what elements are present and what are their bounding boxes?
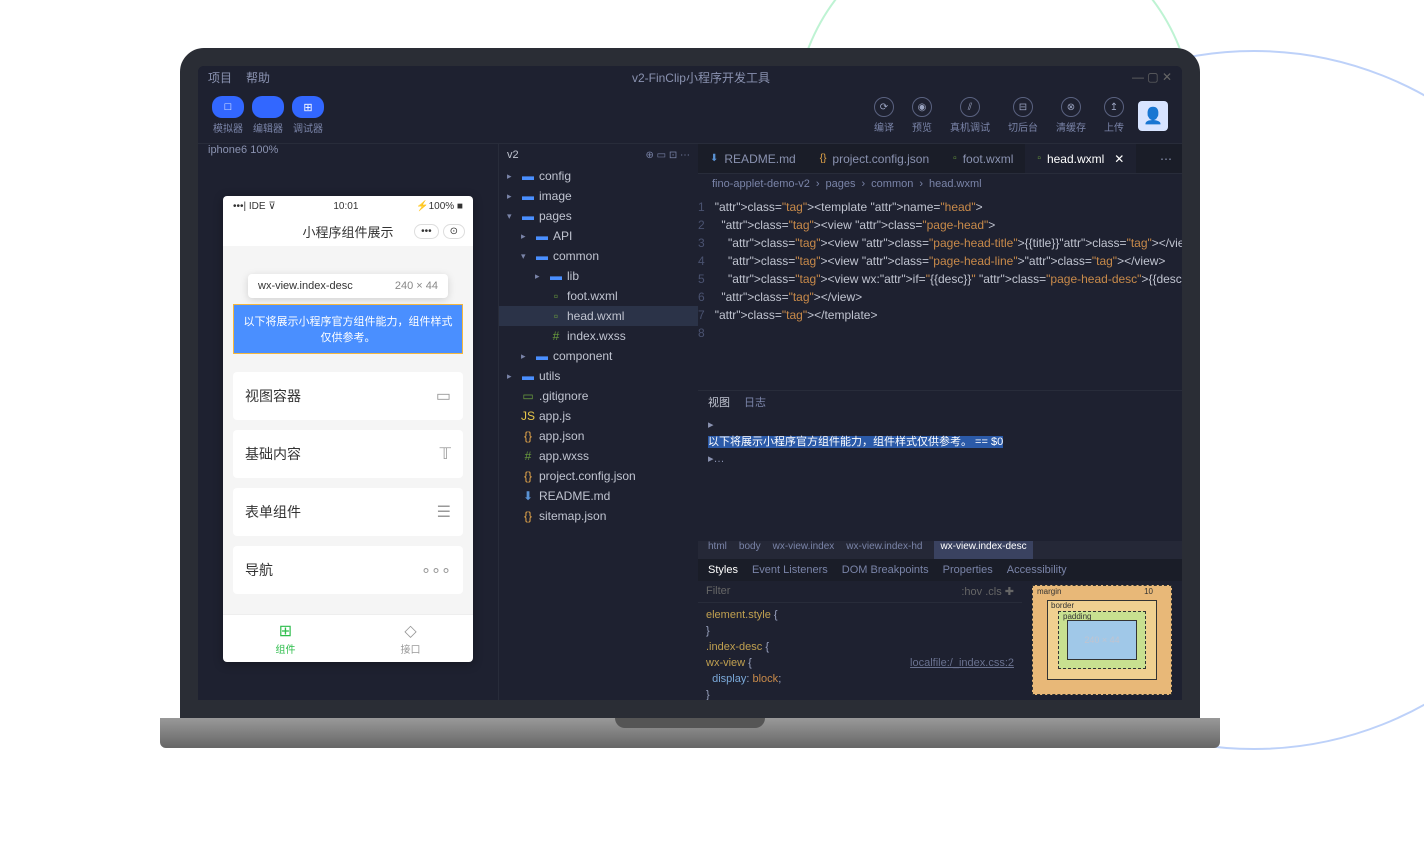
toolbar-action-0[interactable]: ⟳编译 [874,97,894,134]
style-tab-3[interactable]: Properties [943,564,993,576]
styles-filter-input[interactable]: Filter [706,585,730,597]
user-avatar[interactable]: 👤 [1138,101,1168,131]
window-title: v2-FinClip小程序开发工具 [284,69,1118,86]
styles-filter-actions[interactable]: :hov .cls ✚ [961,585,1014,598]
tree-node[interactable]: #index.wxss [499,326,698,346]
dt-top-tab-1[interactable]: 日志 [744,394,766,410]
laptop-frame: 项目 帮助 v2-FinClip小程序开发工具 — ▢ ✕ □模拟器编辑器⊞调试… [160,48,1220,788]
editor-tab-3[interactable]: ▫head.wxml✕ [1025,144,1136,173]
tree-node[interactable]: {}app.json [499,426,698,446]
tree-node[interactable]: {}project.config.json [499,466,698,486]
ide-window: 项目 帮助 v2-FinClip小程序开发工具 — ▢ ✕ □模拟器编辑器⊞调试… [198,66,1182,700]
highlighted-element[interactable]: 以下将展示小程序官方组件能力，组件样式仅供参考。 [233,304,463,354]
tree-node[interactable]: ▫foot.wxml [499,286,698,306]
window-controls[interactable]: — ▢ ✕ [1132,70,1172,84]
tree-node[interactable]: ▾▬pages [499,206,698,226]
dom-crumb-3[interactable]: wx-view.index-hd [846,541,922,559]
simulator-panel: iphone6 100% •••| IDE ⊽ 10:01 ⚡100% ■ 小程… [198,144,498,700]
tree-node[interactable]: ▸▬image [499,186,698,206]
dom-crumb-4[interactable]: wx-view.index-desc [934,541,1032,559]
sim-status-left: •••| IDE ⊽ [233,201,276,212]
tree-node[interactable]: ⬇README.md [499,486,698,506]
tree-node[interactable]: ▸▬lib [499,266,698,286]
styles-pane[interactable]: Filter :hov .cls ✚ element.style {}.inde… [698,581,1022,701]
phone-simulator[interactable]: •••| IDE ⊽ 10:01 ⚡100% ■ 小程序组件展示 ••• ⊙ [223,196,473,662]
box-model: margin 10 border padding 240 × 44 [1022,581,1182,701]
toolbar-action-4[interactable]: ⊗清缓存 [1056,97,1086,134]
dt-top-tab-0[interactable]: 视图 [708,394,730,410]
sim-list-item-3[interactable]: 导航∘∘∘ [233,546,463,594]
toolbar-btn-0[interactable]: □模拟器 [212,96,244,135]
style-tab-1[interactable]: Event Listeners [752,564,828,576]
sim-list-item-0[interactable]: 视图容器▭ [233,372,463,420]
sim-status-right: ⚡100% ■ [416,201,463,212]
tree-node[interactable]: ▭.gitignore [499,386,698,406]
style-tab-4[interactable]: Accessibility [1007,564,1067,576]
menu-help[interactable]: 帮助 [246,69,270,86]
style-tab-2[interactable]: DOM Breakpoints [842,564,929,576]
sim-nav-more[interactable]: ••• [414,224,439,239]
tree-node[interactable]: ▾▬common [499,246,698,266]
menubar: 项目 帮助 v2-FinClip小程序开发工具 — ▢ ✕ [198,66,1182,88]
toolbar-action-3[interactable]: ⊟切后台 [1008,97,1038,134]
breadcrumb[interactable]: fino-applet-demo-v2›pages›common›head.wx… [698,174,1182,194]
style-tab-0[interactable]: Styles [708,564,738,576]
tree-node[interactable]: ▫head.wxml [499,306,698,326]
editor-tab-2[interactable]: ▫foot.wxml [941,144,1025,173]
tree-node[interactable]: #app.wxss [499,446,698,466]
tree-root[interactable]: v2 [507,149,519,161]
sim-tab-0[interactable]: ⊞组件 [223,615,348,662]
sim-status-time: 10:01 [333,201,358,212]
toolbar: □模拟器编辑器⊞调试器 ⟳编译 ◉预览 ⫽真机调试 ⊟切后台 ⊗清缓存 ↥上传 👤 [198,88,1182,144]
menu-project[interactable]: 项目 [208,69,232,86]
tree-node[interactable]: {}sitemap.json [499,506,698,526]
tree-node[interactable]: JSapp.js [499,406,698,426]
toolbar-action-1[interactable]: ◉预览 [912,97,932,134]
sim-list-item-1[interactable]: 基础内容𝕋 [233,430,463,478]
tree-node[interactable]: ▸▬component [499,346,698,366]
editor-tab-0[interactable]: ⬇README.md [698,144,808,173]
toolbar-btn-2[interactable]: ⊞调试器 [292,96,324,135]
devtools-panel: 视图日志 ▸ 以下将展示小程序官方组件能力，组件样式仅供参考。 == $0▸… … [698,390,1182,700]
sim-device-label: iphone6 100% [198,144,498,156]
toolbar-btn-1[interactable]: 编辑器 [252,96,284,135]
toolbar-action-2[interactable]: ⫽真机调试 [950,97,990,134]
editor-panel: ⬇README.md{}project.config.json▫foot.wxm… [698,144,1182,700]
tab-more[interactable]: ⋯ [1150,152,1182,166]
tree-actions[interactable]: ⊕ ▭ ⊡ ⋯ [645,150,690,161]
file-tree-panel: v2 ⊕ ▭ ⊡ ⋯ ▸▬config▸▬image▾▬pages▸▬API▾▬… [498,144,698,700]
inspect-tooltip: wx-view.index-desc 240 × 44 [248,274,448,298]
dom-crumb-2[interactable]: wx-view.index [773,541,835,559]
toolbar-action-5[interactable]: ↥上传 [1104,97,1124,134]
tree-node[interactable]: ▸▬config [499,166,698,186]
sim-nav-close[interactable]: ⊙ [443,224,465,239]
code-editor[interactable]: 12345678 "attr">class="tag"><template "a… [698,194,1182,390]
sim-list-item-2[interactable]: 表单组件☰ [233,488,463,536]
dom-crumb-1[interactable]: body [739,541,761,559]
dom-breadcrumb[interactable]: html body wx-view.index wx-view.index-hd wx-… [698,541,1182,559]
dom-crumb-0[interactable]: html [708,541,727,559]
sim-tab-1[interactable]: ◇接口 [348,615,473,662]
sim-nav-title: 小程序组件展示 [302,222,393,241]
tree-node[interactable]: ▸▬utils [499,366,698,386]
dom-inspector[interactable]: ▸ 以下将展示小程序官方组件能力，组件样式仅供参考。 == $0▸… [698,413,1182,541]
tree-node[interactable]: ▸▬API [499,226,698,246]
editor-tab-1[interactable]: {}project.config.json [808,144,941,173]
